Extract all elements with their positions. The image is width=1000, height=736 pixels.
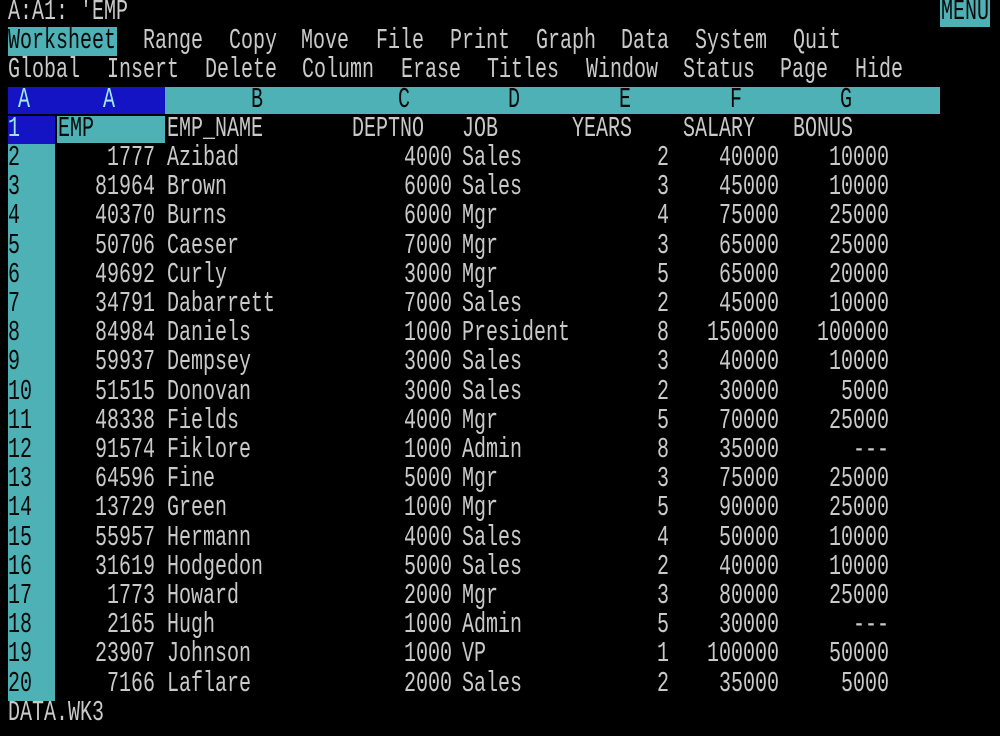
mode-indicator: MENU (940, 0, 990, 29)
column-header-d-text: D (508, 83, 521, 117)
submenu-item-delete[interactable]: Delete (205, 55, 277, 88)
file-name-text: DATA.WK3 (8, 696, 105, 730)
submenu-item-column[interactable]: Column (302, 55, 374, 88)
cell-b[interactable]: Laflare (167, 668, 251, 701)
header-cell-years-text: YEARS (572, 112, 633, 146)
header-cell-emp-text: EMP (58, 112, 95, 146)
submenu-item-insert-text: Insert (107, 54, 180, 88)
submenu-item-page[interactable]: Page (780, 55, 828, 88)
header-cell-years[interactable]: YEARS (572, 113, 632, 146)
submenu-item-status-text: Status (683, 54, 756, 88)
cell-f[interactable]: 35000 (719, 668, 779, 701)
submenu-item-delete-text: Delete (205, 54, 278, 88)
column-header-a-text: A (103, 83, 116, 117)
cell-d-text: Sales (462, 667, 523, 701)
submenu-item-insert[interactable]: Insert (107, 55, 179, 88)
cell-b-text: Laflare (167, 667, 252, 701)
mode-indicator-text: MENU (940, 0, 989, 29)
header-cell-emp[interactable]: EMP (58, 113, 94, 146)
submenu-item-hide-text: Hide (855, 54, 904, 88)
column-header-a[interactable]: A (103, 84, 115, 117)
submenu-item-page-text: Page (780, 54, 829, 88)
cell-c[interactable]: 2000 (404, 668, 452, 701)
submenu-item-status[interactable]: Status (683, 55, 755, 88)
cell-e[interactable]: 2 (657, 668, 669, 701)
cell-e-text: 2 (656, 667, 669, 701)
cell-a[interactable]: 7166 (107, 668, 155, 701)
file-name: DATA.WK3 (8, 697, 104, 730)
submenu-item-titles-text: Titles (487, 54, 560, 88)
submenu-item-titles[interactable]: Titles (487, 55, 559, 88)
submenu-item-column-text: Column (302, 54, 375, 88)
submenu-item-hide[interactable]: Hide (855, 55, 903, 88)
cell-f-text: 35000 (718, 667, 779, 701)
column-header-d[interactable]: D (508, 84, 520, 117)
cell-a-text: 7166 (106, 667, 155, 701)
cell-c-text: 2000 (403, 667, 452, 701)
cell-g[interactable]: 5000 (841, 668, 889, 701)
cell-g-text: 5000 (840, 667, 889, 701)
cell-d[interactable]: Sales (462, 668, 522, 701)
